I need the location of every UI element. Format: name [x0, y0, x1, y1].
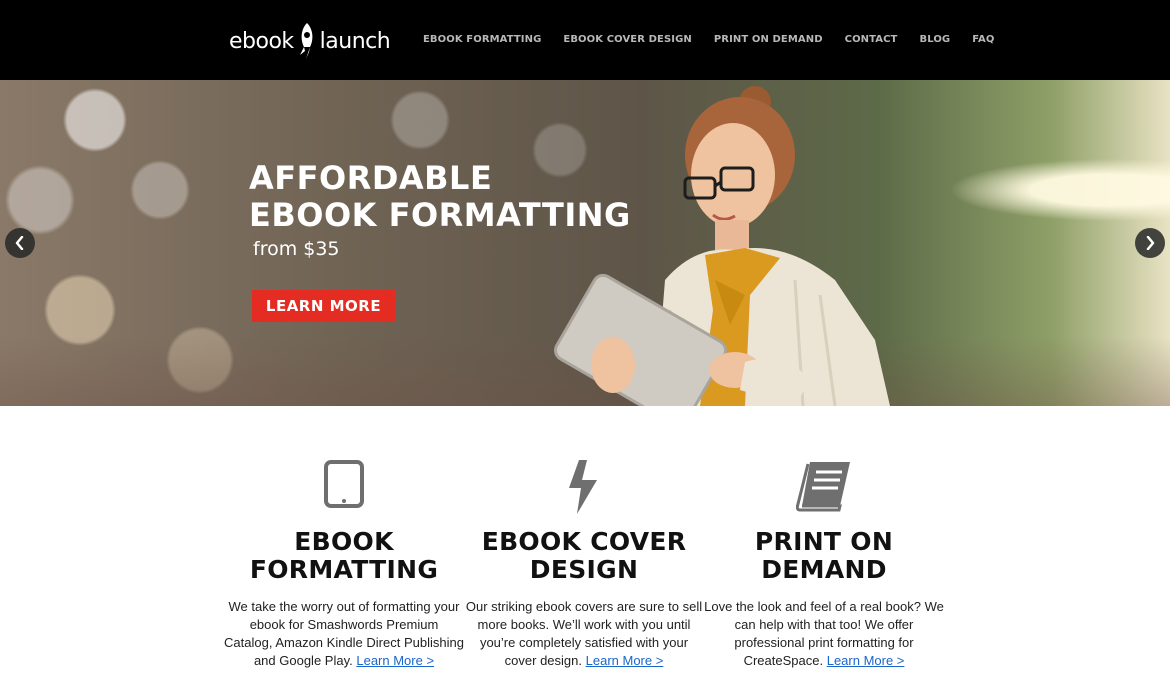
chevron-right-icon — [1146, 236, 1155, 250]
nav-ebook-cover-design[interactable]: EBOOK COVER DESIGN — [563, 34, 691, 45]
main-nav: EBOOK FORMATTING EBOOK COVER DESIGN PRIN… — [423, 34, 1016, 45]
site-header: ebook launch EBOOK FORMATTING EBOOK COVE… — [0, 0, 1170, 80]
slider-prev-button[interactable] — [5, 228, 35, 258]
feature-text: Our striking ebook covers are sure to se… — [465, 599, 703, 668]
nav-print-on-demand[interactable]: PRINT ON DEMAND — [714, 34, 823, 45]
hero-subtitle: from $35 — [253, 238, 340, 260]
lightning-bolt-icon — [569, 460, 597, 514]
feature-description: Love the look and feel of a real book? W… — [704, 598, 944, 670]
logo-text-right: launch — [319, 28, 391, 54]
feature-title: PRINT ON DEMAND — [704, 528, 944, 584]
nav-blog[interactable]: BLOG — [919, 34, 950, 45]
feature-description: Our striking ebook covers are sure to se… — [464, 598, 704, 670]
site-logo[interactable]: ebook launch — [229, 20, 391, 62]
learn-more-link[interactable]: Learn More > — [586, 653, 664, 668]
hero-title-line2: EBOOK FORMATTING — [249, 196, 631, 234]
logo-text-left: ebook — [229, 28, 294, 54]
feature-title-line2: DESIGN — [529, 555, 639, 584]
feature-title-line1: EBOOK COVER — [481, 527, 687, 556]
feature-title: EBOOK COVER DESIGN — [464, 528, 704, 584]
nav-contact[interactable]: CONTACT — [845, 34, 898, 45]
learn-more-button[interactable]: LEARN MORE — [252, 290, 395, 322]
feature-text: Love the look and feel of a real book? W… — [704, 599, 944, 668]
feature-title-line1: EBOOK — [294, 527, 394, 556]
feature-title: EBOOK FORMATTING — [224, 528, 464, 584]
chevron-left-icon — [15, 236, 24, 250]
hero-title: AFFORDABLE EBOOK FORMATTING — [249, 160, 631, 234]
slider-next-button[interactable] — [1135, 228, 1165, 258]
feature-title-line2: FORMATTING — [249, 555, 439, 584]
rocket-icon — [299, 23, 313, 59]
learn-more-link[interactable]: Learn More > — [356, 653, 434, 668]
feature-ebook-cover-design: EBOOK COVER DESIGN Our striking ebook co… — [464, 460, 704, 670]
tablet-icon — [324, 460, 364, 508]
hero-slider: AFFORDABLE EBOOK FORMATTING from $35 LEA… — [0, 80, 1170, 406]
feature-icon-wrap — [464, 460, 704, 514]
feature-title-line1: PRINT ON — [754, 527, 894, 556]
feature-title-line2: DEMAND — [761, 555, 887, 584]
feature-icon-wrap — [704, 460, 944, 512]
learn-more-link[interactable]: Learn More > — [827, 653, 905, 668]
nav-faq[interactable]: FAQ — [972, 34, 994, 45]
hero-title-line1: AFFORDABLE — [249, 159, 493, 197]
feature-print-on-demand: PRINT ON DEMAND Love the look and feel o… — [704, 460, 944, 670]
hero-photo-woman-with-tablet — [554, 86, 890, 406]
book-icon — [796, 462, 850, 512]
nav-ebook-formatting[interactable]: EBOOK FORMATTING — [423, 34, 541, 45]
feature-icon-wrap — [224, 460, 464, 512]
feature-description: We take the worry out of formatting your… — [224, 598, 464, 670]
feature-ebook-formatting: EBOOK FORMATTING We take the worry out o… — [224, 460, 464, 670]
